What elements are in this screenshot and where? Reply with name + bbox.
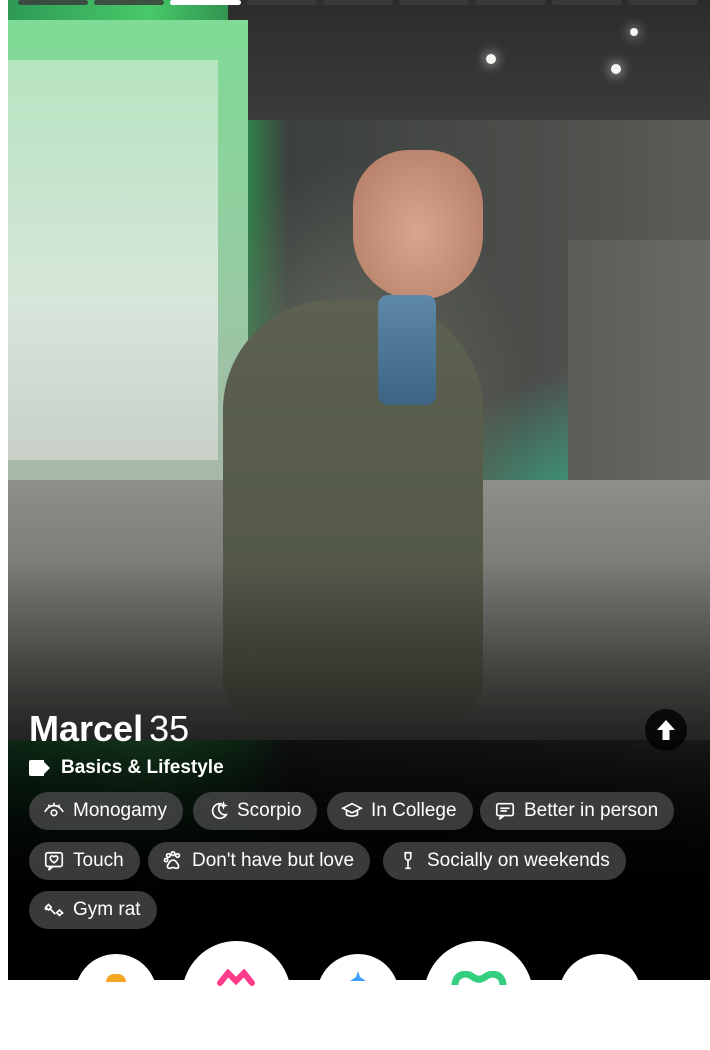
chip-workout: Gym rat — [29, 891, 157, 929]
chip-drinking: Socially on weekends — [383, 842, 626, 880]
chip-label: Don't have but love — [192, 850, 355, 871]
like-button[interactable] — [424, 941, 533, 1050]
chip-label: Touch — [73, 850, 124, 871]
expand-profile-button[interactable] — [645, 709, 687, 751]
section-header: Basics & Lifestyle — [29, 757, 224, 779]
dumbbell-icon — [44, 903, 64, 917]
chip-communication: Better in person — [480, 792, 675, 830]
chip-label: Gym rat — [73, 899, 141, 920]
chip-label: Socially on weekends — [427, 850, 610, 871]
photo-person-head — [353, 150, 483, 300]
arrow-up-icon — [657, 720, 675, 740]
profile-photo[interactable] — [8, 0, 710, 980]
lightning-icon — [598, 976, 602, 980]
photo-light — [486, 54, 496, 64]
photo-progress-segment[interactable] — [322, 0, 394, 5]
super-like-button[interactable] — [317, 954, 399, 1036]
photo-progress-segment[interactable] — [551, 0, 622, 5]
x-icon — [217, 968, 255, 986]
photo-progress-segment[interactable] — [399, 0, 470, 5]
heart-icon — [451, 971, 507, 985]
photo-progress-segment[interactable] — [18, 0, 89, 5]
profile-name-row: Marcel 35 — [29, 708, 189, 750]
photo-progress-segment[interactable] — [94, 0, 165, 5]
profile-name: Marcel — [29, 708, 144, 749]
heart-chat-icon — [44, 851, 64, 871]
nope-button[interactable] — [182, 941, 291, 1050]
photo-progress-bar — [18, 0, 698, 5]
photo-progress-segment[interactable] — [246, 0, 317, 5]
boost-button[interactable] — [559, 954, 641, 1036]
rewind-icon — [106, 974, 126, 982]
rewind-button[interactable] — [75, 954, 157, 1036]
photo-ceiling — [228, 0, 710, 120]
paw-icon — [163, 851, 181, 870]
photo-light — [630, 28, 638, 36]
photo-mirror-reflection — [8, 60, 218, 460]
chip-education: In College — [327, 792, 473, 830]
photo-light — [611, 64, 621, 74]
chip-pets: Don't have but love — [148, 842, 371, 880]
profile-age: 35 — [149, 708, 190, 749]
chip-monogamy: Monogamy — [29, 792, 183, 830]
chip-love-language: Touch — [29, 842, 140, 880]
glass-icon — [404, 851, 412, 870]
photo-progress-segment[interactable] — [627, 0, 698, 5]
section-title: Basics & Lifestyle — [61, 757, 224, 778]
photo-progress-segment[interactable] — [475, 0, 546, 5]
eye-icon — [44, 802, 64, 817]
chip-zodiac: Scorpio — [193, 792, 318, 830]
chip-label: Scorpio — [237, 800, 302, 821]
moon-icon — [211, 801, 228, 820]
profile-card[interactable] — [8, 0, 710, 980]
chat-bubble-icon — [495, 802, 515, 820]
tag-icon — [29, 760, 51, 776]
photo-progress-segment[interactable] — [170, 0, 241, 5]
graduation-cap-icon — [341, 802, 363, 817]
chip-label: Better in person — [524, 800, 659, 821]
photo-phone — [378, 295, 436, 405]
chip-label: Monogamy — [73, 800, 167, 821]
chip-label: In College — [371, 800, 457, 821]
